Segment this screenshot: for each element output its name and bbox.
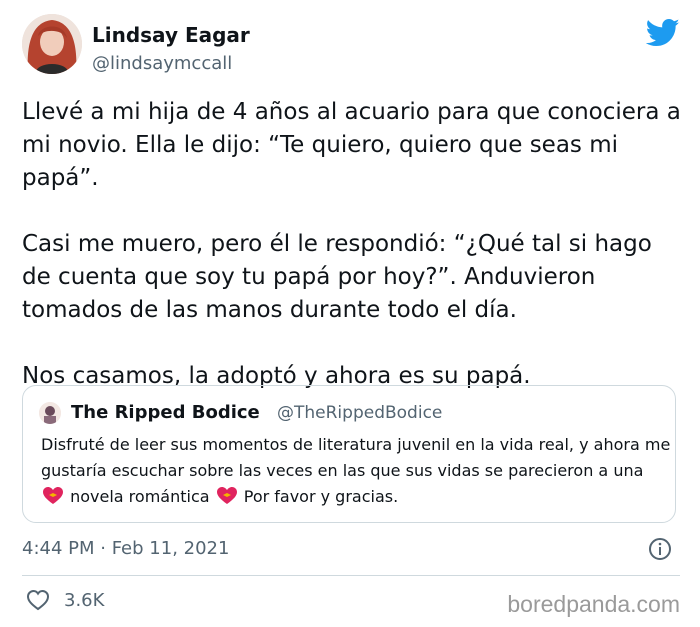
author-handle[interactable]: @lindsaymccall bbox=[92, 53, 232, 74]
quoted-text: Disfruté de leer sus momentos de literat… bbox=[41, 432, 671, 510]
tweet-paragraph: Casi me muero, pero él le respondió: “¿Q… bbox=[22, 231, 652, 323]
tweet-timestamp[interactable]: 4:44 PM · Feb 11, 2021 bbox=[22, 538, 229, 559]
divider bbox=[22, 575, 680, 576]
tweet-paragraph: Llevé a mi hija de 4 años al acuario par… bbox=[22, 99, 681, 191]
like-count[interactable]: 3.6K bbox=[64, 590, 104, 611]
author-avatar[interactable] bbox=[22, 14, 82, 74]
quoted-avatar[interactable] bbox=[39, 402, 61, 424]
heart-icon[interactable] bbox=[26, 589, 50, 611]
tweet-header: Lindsay Eagar @lindsaymccall bbox=[22, 14, 680, 84]
quoted-tweet[interactable]: The Ripped Bodice @TheRippedBodice Disfr… bbox=[22, 385, 676, 523]
quoted-text-part: novela romántica bbox=[70, 487, 210, 506]
quoted-author-name[interactable]: The Ripped Bodice bbox=[71, 402, 260, 423]
info-icon[interactable] bbox=[648, 537, 672, 561]
tweet-body: Llevé a mi hija de 4 años al acuario par… bbox=[22, 96, 682, 426]
author-name[interactable]: Lindsay Eagar bbox=[92, 23, 250, 47]
twitter-bird-icon[interactable] bbox=[646, 18, 680, 48]
quoted-author-handle[interactable]: @TheRippedBodice bbox=[277, 403, 442, 423]
quoted-text-part: Por favor y gracias. bbox=[243, 487, 399, 506]
watermark: boredpanda.com bbox=[507, 591, 680, 617]
heart-with-ribbon-icon bbox=[43, 487, 63, 504]
heart-with-ribbon-icon bbox=[216, 487, 237, 504]
quoted-text-part: Disfruté de leer sus momentos de literat… bbox=[41, 435, 671, 480]
